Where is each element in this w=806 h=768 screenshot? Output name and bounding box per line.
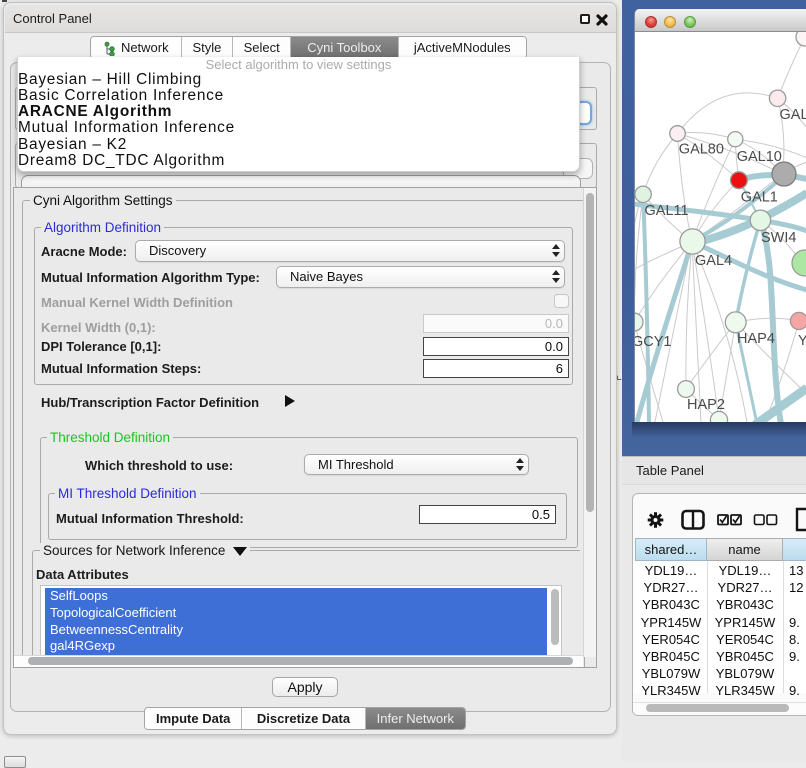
svg-text:GAL11: GAL11 xyxy=(645,203,689,219)
svg-text:GAL1: GAL1 xyxy=(741,190,778,206)
svg-text:GAL10: GAL10 xyxy=(737,149,782,165)
svg-text:YM: YM xyxy=(798,333,806,349)
svg-text:GAL80: GAL80 xyxy=(679,142,724,158)
svg-text:HAP2: HAP2 xyxy=(687,397,725,413)
svg-text:GAL2: GAL2 xyxy=(780,107,806,123)
svg-text:GAL4: GAL4 xyxy=(695,253,732,269)
svg-text:GCY1: GCY1 xyxy=(635,334,672,350)
svg-text:SWI4: SWI4 xyxy=(761,230,796,246)
svg-text:HAP4: HAP4 xyxy=(737,331,775,347)
